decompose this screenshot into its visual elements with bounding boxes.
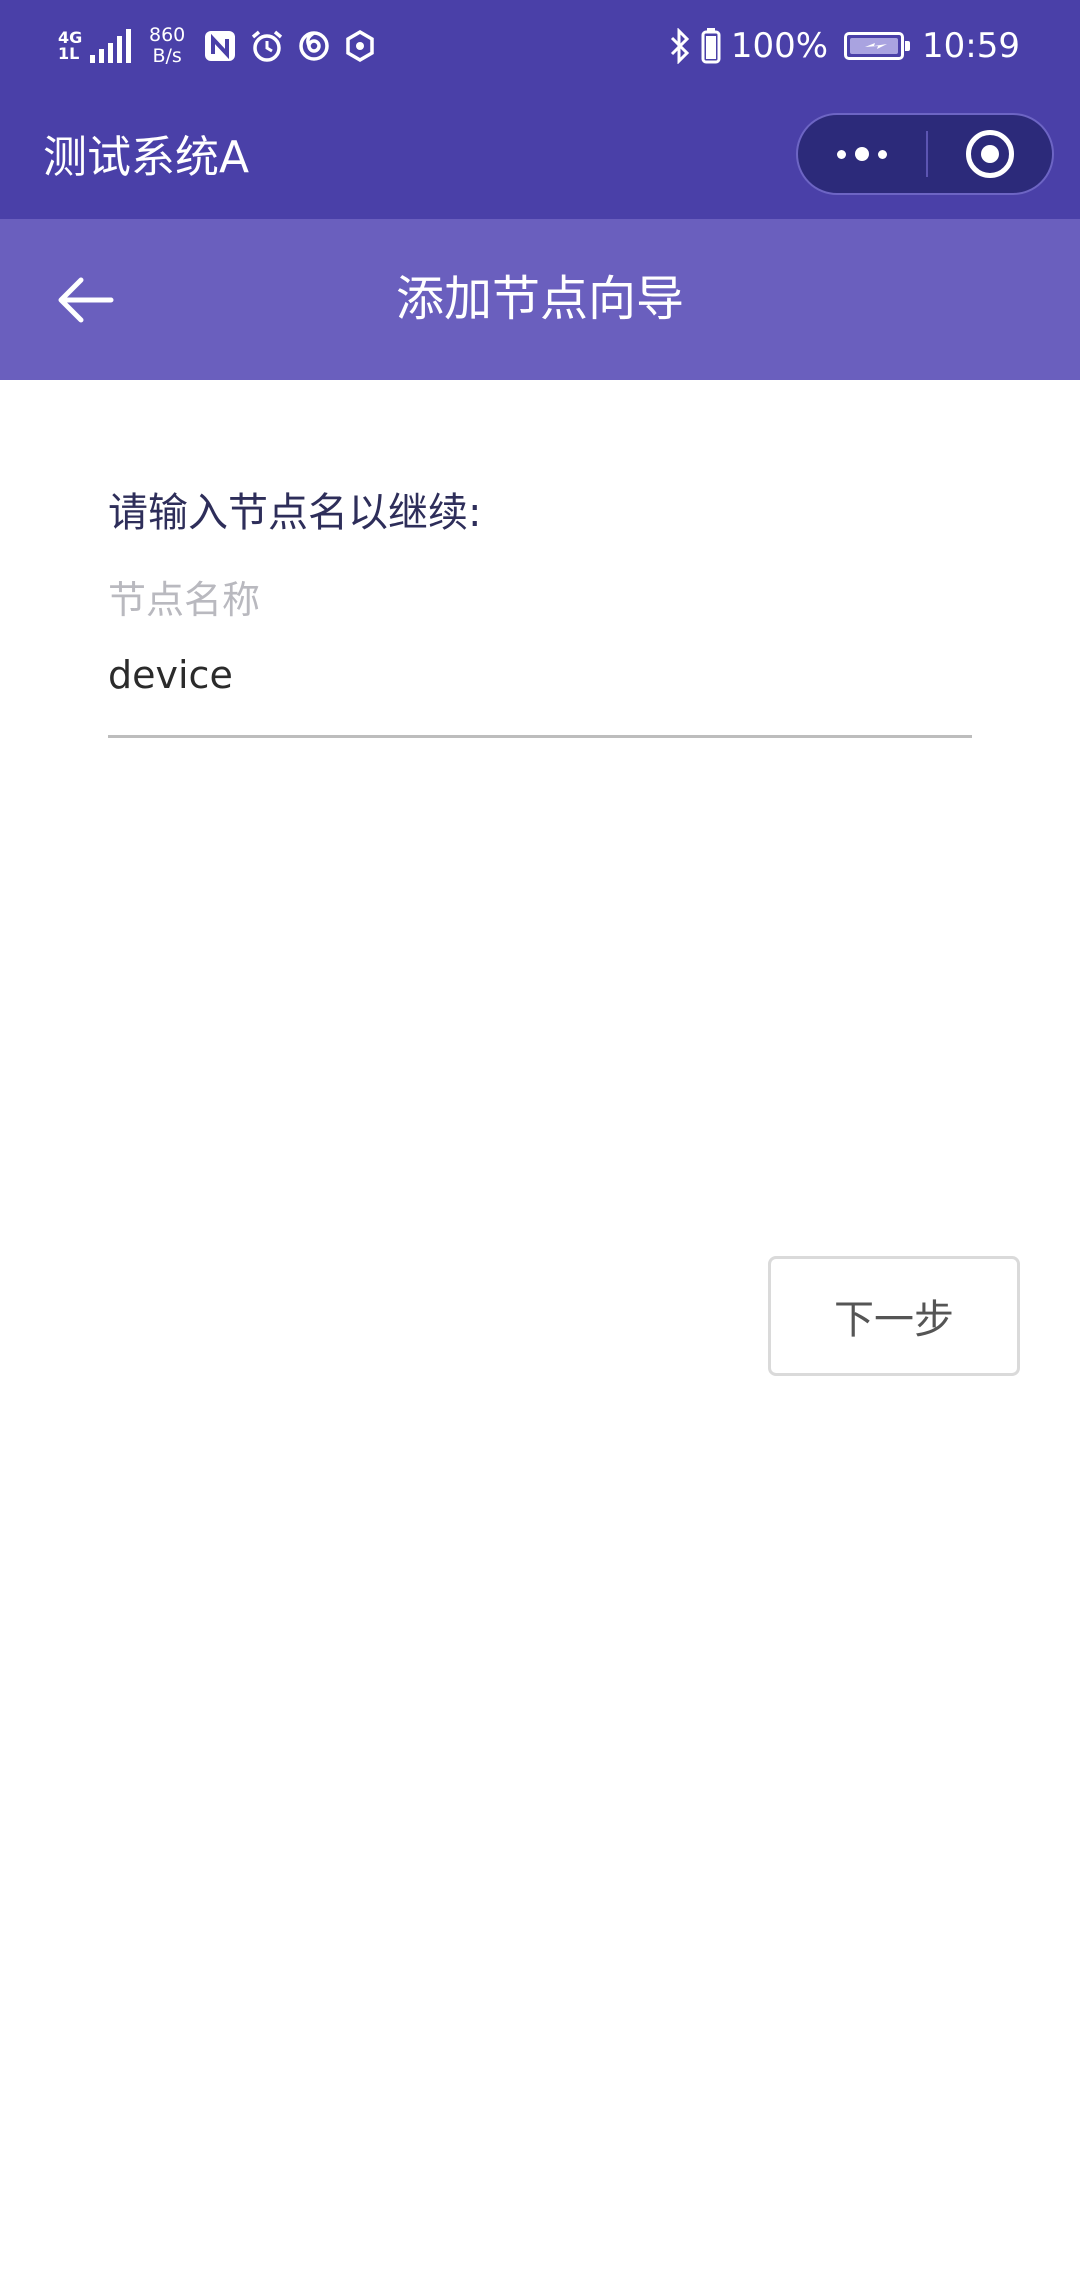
node-name-field: 节点名称 xyxy=(108,570,972,738)
node-name-input[interactable] xyxy=(108,645,972,705)
page-header: 添加节点向导 xyxy=(0,219,1080,380)
form-prompt: 请输入节点名以继续: xyxy=(108,490,482,536)
clock: 10:59 xyxy=(922,26,1020,66)
top-bar: 4G 1L 860 B/s 100% 10:59 测试系统A xyxy=(0,0,1080,219)
nfc-icon xyxy=(205,31,236,61)
status-bar: 4G 1L 860 B/s 100% 10:59 xyxy=(0,0,1080,92)
hexagon-icon xyxy=(346,29,375,63)
battery-icon xyxy=(844,32,911,60)
next-step-button[interactable]: 下一步 xyxy=(768,1256,1020,1376)
network-speed: 860 B/s xyxy=(149,25,185,67)
node-name-label: 节点名称 xyxy=(108,578,261,622)
exit-circle-icon[interactable] xyxy=(928,115,1052,193)
signal-icon xyxy=(90,29,131,63)
network-type: 4G 1L xyxy=(58,30,82,63)
speed-value: 860 xyxy=(149,24,186,46)
bluetooth-battery-percent: 100% xyxy=(730,26,829,66)
speed-unit: B/s xyxy=(152,45,182,67)
app-title: 测试系统A xyxy=(43,132,250,183)
phone-battery-icon xyxy=(701,28,721,64)
swirl-icon xyxy=(299,31,330,61)
status-right: 100% 10:59 xyxy=(669,18,1020,74)
more-dots-icon[interactable] xyxy=(798,115,926,193)
bluetooth-icon xyxy=(670,28,689,64)
status-left: 4G 1L 860 B/s xyxy=(58,18,377,74)
page-title: 添加节点向导 xyxy=(395,271,684,327)
network-sub-label: 1L xyxy=(58,44,80,63)
mini-program-capsule xyxy=(796,113,1054,195)
charging-bolt-icon xyxy=(865,43,888,49)
alarm-icon xyxy=(252,30,283,62)
